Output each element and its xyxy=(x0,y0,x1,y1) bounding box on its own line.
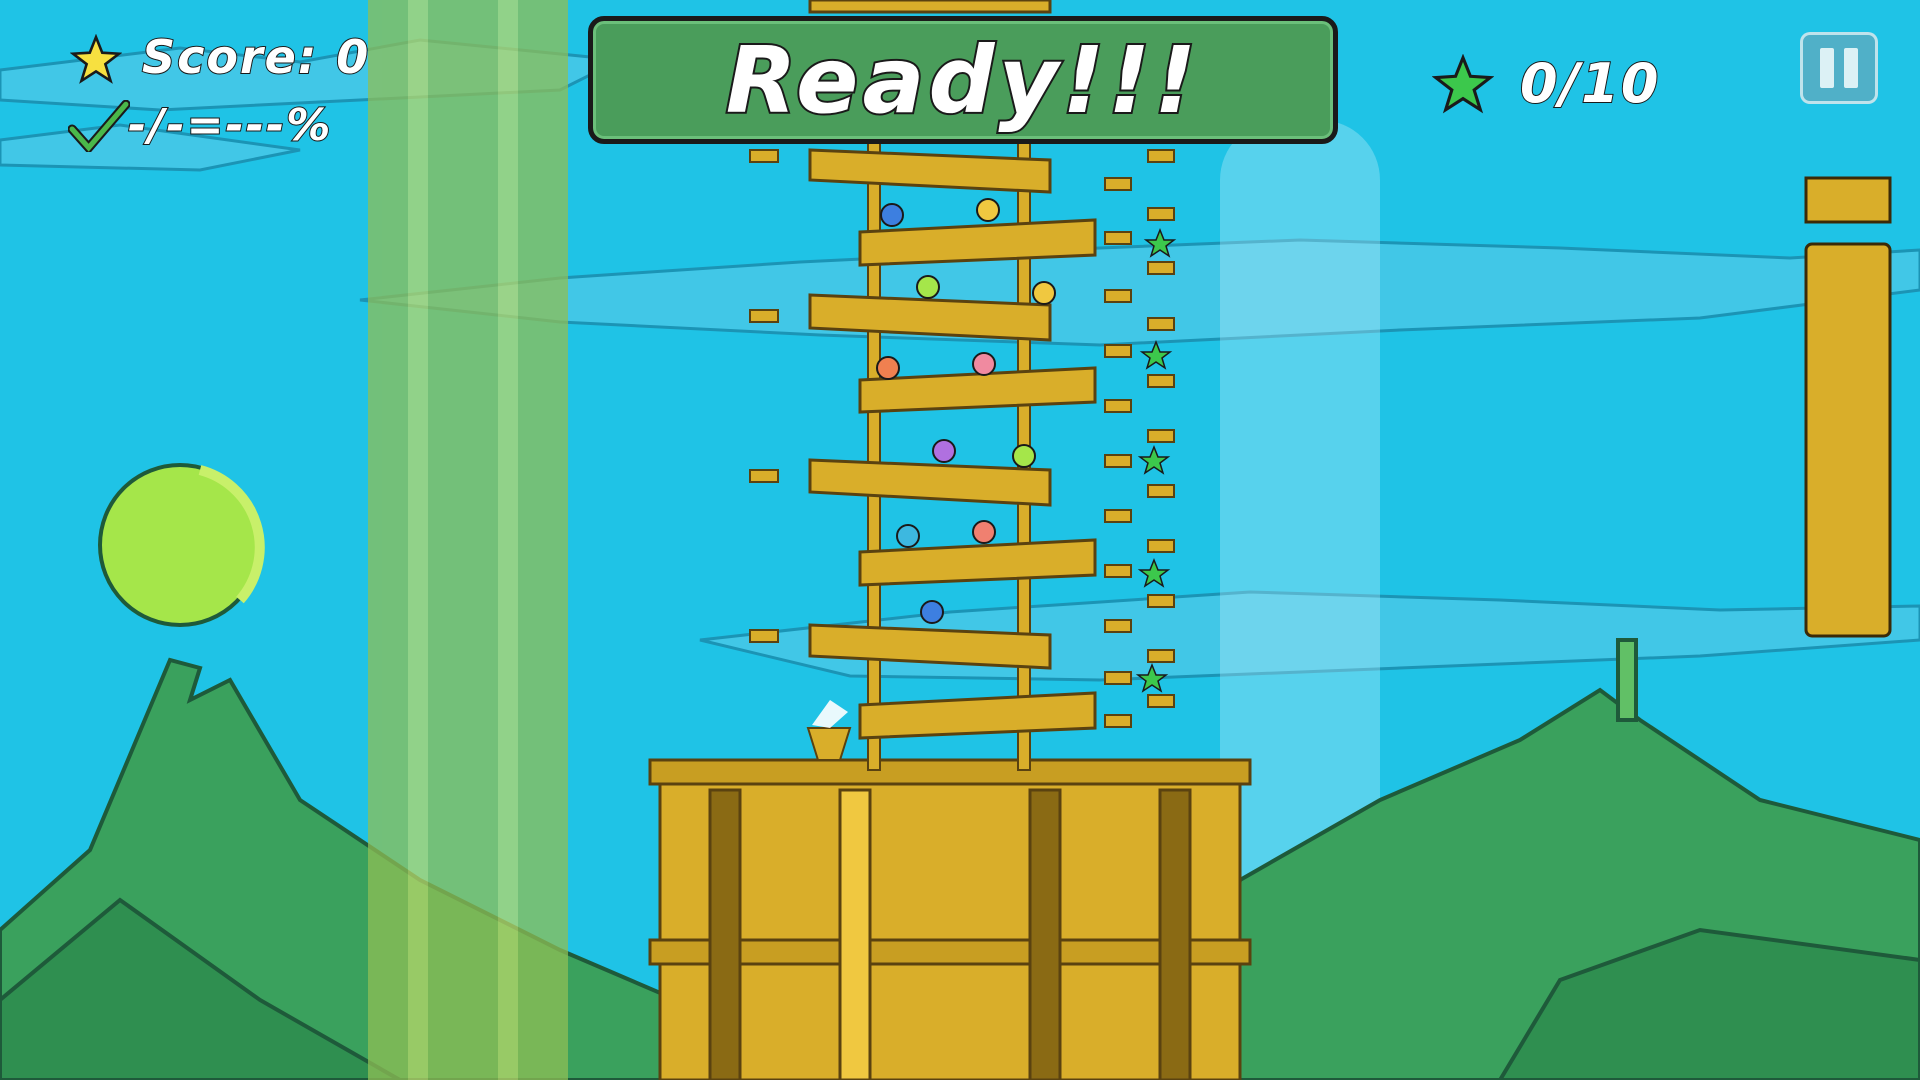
game-scene-background xyxy=(0,0,1920,1080)
cannon xyxy=(806,700,852,761)
planet xyxy=(98,463,265,627)
ready-banner: Ready!!! xyxy=(588,16,1338,144)
pause-icon xyxy=(1820,48,1834,88)
tower-base xyxy=(648,758,1252,1080)
score-label: Score: 0 xyxy=(141,29,371,85)
green-star-icon xyxy=(1432,54,1494,114)
star-icon xyxy=(70,34,122,84)
checkmark-icon xyxy=(68,100,130,152)
accuracy-label: -/-=---% xyxy=(127,99,333,152)
background-pillar xyxy=(368,0,568,1080)
ready-banner-text: Ready!!! xyxy=(724,25,1201,136)
stars-collected-count: 0/10 xyxy=(1519,51,1661,116)
side-brick-column xyxy=(1804,176,1892,638)
pause-button[interactable] xyxy=(1800,32,1878,104)
